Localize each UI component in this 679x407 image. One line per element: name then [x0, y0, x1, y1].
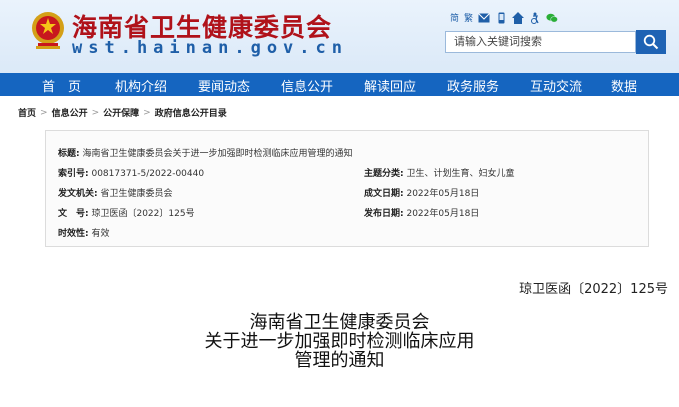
info-index-value: 00817371-5/2022-00440 — [91, 169, 205, 179]
document-title-line-1: 海南省卫生健康委员会 — [249, 312, 430, 333]
nav-info-disclosure[interactable]: 信息公开 — [281, 76, 333, 95]
breadcrumb-separator-icon: > — [40, 107, 48, 118]
national-emblem-icon — [32, 12, 64, 49]
elderly-mode-icon[interactable] — [512, 11, 525, 24]
mobile-icon[interactable] — [495, 12, 507, 24]
info-published-row: 发布日期: 2022年05月18日 — [364, 206, 479, 219]
breadcrumb: 首页 > 信息公开 > 公开保障 > 政府信息公开目录 — [18, 106, 227, 120]
nav-data[interactable]: 数据 — [611, 76, 637, 95]
toolbar: 简 繁 — [450, 11, 558, 24]
info-index-row: 索引号: 00817371-5/2022-00440 — [58, 166, 204, 179]
info-title-row: 标题: 海南省卫生健康委员会关于进一步加强即时检测临床应用管理的通知 — [58, 146, 353, 159]
accessibility-icon[interactable] — [529, 12, 541, 24]
info-topic-value: 卫生、计划生育、妇女儿童 — [406, 169, 515, 179]
info-title-value: 海南省卫生健康委员会关于进一步加强即时检测临床应用管理的通知 — [82, 149, 353, 159]
info-validity-row: 时效性: 有效 — [58, 226, 110, 239]
info-published-value: 2022年05月18日 — [406, 209, 480, 219]
document-info-box: 标题: 海南省卫生健康委员会关于进一步加强即时检测临床应用管理的通知 索引号: … — [45, 130, 649, 247]
breadcrumb-info[interactable]: 信息公开 — [52, 106, 88, 119]
nav-services[interactable]: 政务服务 — [447, 76, 499, 95]
breadcrumb-guarantee[interactable]: 公开保障 — [103, 106, 139, 119]
traditional-chinese-link[interactable]: 繁 — [464, 11, 473, 24]
info-issuer-row: 发文机关: 省卫生健康委员会 — [58, 186, 173, 199]
info-validity-value: 有效 — [91, 229, 110, 239]
info-title-label: 标题: — [58, 149, 80, 159]
info-issuer-label: 发文机关: — [58, 189, 98, 199]
mail-icon[interactable] — [478, 12, 490, 24]
document-title-line-3: 管理的通知 — [294, 350, 385, 371]
search-input[interactable]: 请输入关键词搜索 — [445, 31, 636, 53]
info-published-label: 发布日期: — [364, 209, 404, 219]
nav-interpretation[interactable]: 解读回应 — [364, 76, 416, 95]
site-url[interactable]: wst.hainan.gov.cn — [72, 38, 348, 58]
wechat-icon[interactable] — [546, 12, 558, 24]
nav-about[interactable]: 机构介绍 — [115, 76, 167, 95]
info-topic-row: 主题分类: 卫生、计划生育、妇女儿童 — [364, 166, 515, 179]
info-created-row: 成文日期: 2022年05月18日 — [364, 186, 479, 199]
nav-home[interactable]: 首 页 — [42, 76, 81, 95]
nav-interaction[interactable]: 互动交流 — [530, 76, 582, 95]
info-validity-label: 时效性: — [58, 229, 89, 239]
document-title-line-2: 关于进一步加强即时检测临床应用 — [204, 331, 475, 352]
info-topic-label: 主题分类: — [364, 169, 404, 179]
main-nav: 首 页 机构介绍 要闻动态 信息公开 解读回应 政务服务 互动交流 数据 — [0, 73, 679, 96]
document-number: 琼卫医函〔2022〕125号 — [519, 282, 668, 297]
breadcrumb-catalog[interactable]: 政府信息公开目录 — [155, 106, 227, 119]
breadcrumb-separator-icon: > — [143, 107, 151, 118]
breadcrumb-home[interactable]: 首页 — [18, 106, 36, 119]
info-docno-value: 琼卫医函〔2022〕125号 — [91, 209, 195, 219]
info-docno-row: 文 号: 琼卫医函〔2022〕125号 — [58, 206, 195, 219]
info-issuer-value: 省卫生健康委员会 — [100, 189, 173, 199]
nav-news[interactable]: 要闻动态 — [198, 76, 250, 95]
search-icon — [643, 34, 659, 50]
info-created-label: 成文日期: — [364, 189, 404, 199]
breadcrumb-separator-icon: > — [91, 107, 100, 118]
site-header: 海南省卫生健康委员会 wst.hainan.gov.cn 简 繁 请输入关键词搜… — [0, 0, 679, 73]
simplified-chinese-link[interactable]: 简 — [450, 11, 459, 24]
info-created-value: 2022年05月18日 — [406, 189, 480, 199]
info-index-label: 索引号: — [58, 169, 89, 179]
info-docno-label: 文 号: — [58, 209, 89, 219]
search-button[interactable] — [636, 30, 666, 54]
